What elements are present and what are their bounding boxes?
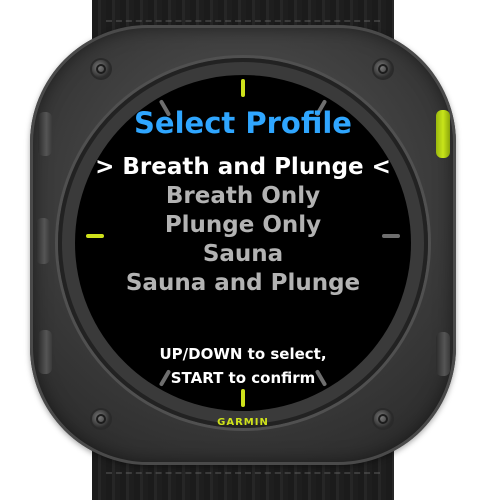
- profile-item-sauna-and-plunge[interactable]: Sauna and Plunge: [0, 269, 486, 298]
- profile-item-breath-and-plunge[interactable]: > Breath and Plunge <: [0, 153, 486, 182]
- screen-title: Select Profile: [134, 106, 352, 140]
- tick-12: [241, 79, 245, 97]
- profile-item-sauna[interactable]: Sauna: [0, 240, 486, 269]
- instructions: UP/DOWN to select, START to confirm: [0, 342, 486, 390]
- bezel-screw-top-right: [374, 60, 392, 78]
- profile-list: > Breath and Plunge < Breath Only Plunge…: [0, 153, 486, 298]
- instructions-line-1: UP/DOWN to select,: [159, 345, 327, 363]
- instructions-line-2: START to confirm: [170, 369, 316, 387]
- bezel-screw-top-left: [92, 60, 110, 78]
- profile-item-breath-only[interactable]: Breath Only: [0, 182, 486, 211]
- watch-scene: Select Profile > Breath and Plunge < Bre…: [0, 0, 486, 500]
- brand-logo: GARMIN: [217, 417, 269, 428]
- tick-6: [241, 389, 245, 407]
- profile-item-plunge-only[interactable]: Plunge Only: [0, 211, 486, 240]
